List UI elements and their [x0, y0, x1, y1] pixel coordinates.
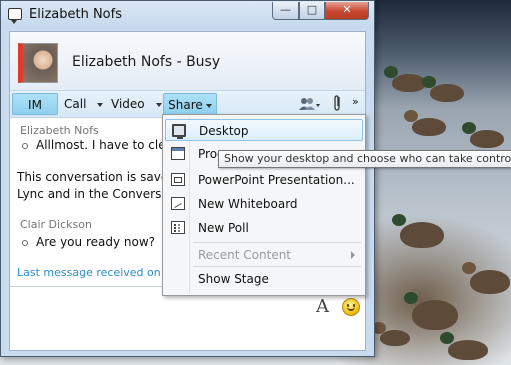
avatar[interactable]	[18, 43, 58, 83]
menu-item-new-whiteboard[interactable]: New Whiteboard	[165, 193, 363, 215]
message-sender: Elizabeth Nofs	[20, 124, 99, 137]
system-notice-line: Lync and in the Conversat	[17, 187, 174, 201]
last-message-status: Last message received on 1/2	[17, 266, 182, 279]
message-sender: Clair Dickson	[20, 218, 92, 231]
desktop-tooltip: Show your desktop and choose who can tak…	[218, 150, 511, 168]
share-label: Share	[168, 98, 203, 112]
share-menu: Desktop Prog PowerPoint Presentation... …	[162, 114, 366, 296]
menu-separator	[193, 242, 361, 243]
menu-item-show-stage[interactable]: Show Stage	[165, 268, 363, 290]
menu-item-label: PowerPoint Presentation...	[198, 173, 355, 187]
duck	[462, 262, 510, 294]
menu-item-label: Desktop	[199, 124, 249, 138]
emoticon-icon[interactable]	[342, 298, 360, 316]
system-notice-line: This conversation is saved	[17, 170, 176, 184]
menu-item-recent-content: Recent Content	[165, 244, 363, 266]
window-title: Elizabeth Nofs	[29, 7, 122, 22]
close-button[interactable]: ✕	[325, 2, 369, 20]
contact-header: Elizabeth Nofs - Busy	[10, 32, 365, 90]
people-options-icon[interactable]	[298, 96, 320, 112]
chevron-right-icon	[351, 251, 355, 259]
call-button[interactable]: Call	[64, 95, 104, 113]
message-compose-area[interactable]	[10, 287, 365, 350]
duck	[384, 66, 426, 92]
video-label: Video	[111, 97, 145, 111]
im-window-icon[interactable]	[8, 8, 22, 24]
font-icon[interactable]: A	[316, 296, 329, 317]
menu-item-new-poll[interactable]: New Poll	[165, 217, 363, 239]
whiteboard-icon	[171, 197, 185, 210]
minimize-button[interactable]: —	[272, 2, 299, 20]
poll-icon	[171, 221, 185, 234]
chevron-down-icon	[155, 102, 162, 107]
bullet-icon	[22, 143, 28, 149]
bullet-icon	[22, 240, 28, 246]
duck	[404, 292, 458, 330]
video-button[interactable]: Video	[111, 95, 162, 113]
im-button[interactable]: IM	[12, 93, 58, 115]
share-button[interactable]: Share	[163, 93, 217, 115]
duck	[404, 110, 446, 136]
menu-item-powerpoint[interactable]: PowerPoint Presentation...	[165, 169, 363, 191]
menu-item-desktop[interactable]: Desktop	[165, 119, 363, 141]
menu-item-label: New Poll	[198, 221, 249, 235]
title-bar[interactable]: Elizabeth Nofs — □ ✕	[1, 1, 374, 29]
program-icon	[171, 147, 185, 160]
duck	[372, 322, 410, 346]
attachment-icon[interactable]	[332, 94, 342, 112]
menu-separator	[193, 266, 361, 267]
contact-name-status[interactable]: Elizabeth Nofs - Busy	[72, 54, 220, 70]
duck	[462, 122, 504, 148]
chevron-down-icon	[97, 102, 104, 107]
more-options-button[interactable]: »	[352, 93, 359, 111]
duck	[392, 214, 444, 248]
duck	[440, 332, 488, 360]
chevron-down-icon	[205, 103, 212, 108]
duck	[422, 76, 464, 102]
menu-item-label: New Whiteboard	[198, 197, 298, 211]
call-label: Call	[64, 97, 87, 111]
message-text: Are you ready now?	[36, 235, 156, 249]
monitor-icon	[172, 124, 186, 139]
menu-item-label: Show Stage	[198, 272, 269, 286]
menu-item-label: Recent Content	[198, 248, 292, 262]
message-text: Alllmost. I have to clea	[36, 138, 173, 152]
maximize-button[interactable]: □	[299, 2, 325, 20]
powerpoint-icon	[171, 173, 185, 186]
